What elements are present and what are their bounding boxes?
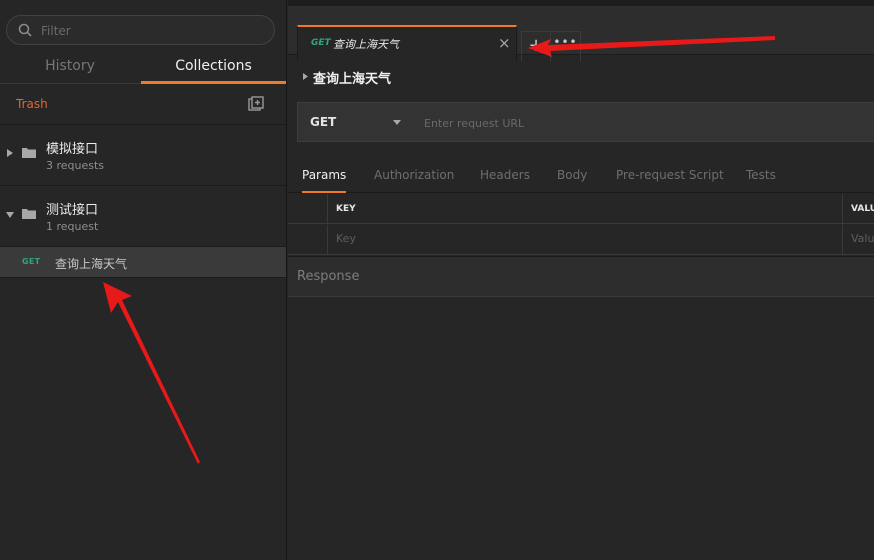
- params-value-header: VALU: [844, 194, 874, 224]
- collection-item[interactable]: 测试接口 1 request: [0, 186, 286, 247]
- method-select[interactable]: GET: [298, 103, 412, 141]
- tab-tests[interactable]: Tests: [746, 153, 776, 193]
- close-tab-icon[interactable]: ×: [498, 34, 511, 52]
- request-item[interactable]: GET 查询上海天气: [0, 247, 286, 278]
- tab-authorization[interactable]: Authorization: [374, 153, 454, 193]
- chevron-down-icon: [393, 120, 401, 125]
- params-key-header: KEY: [329, 194, 843, 224]
- params-check-header: [288, 194, 328, 224]
- main-panel: GET 查询上海天气 × + ••• 查询上海天气 GET Params Aut…: [288, 0, 874, 560]
- caret-right-icon[interactable]: [303, 73, 308, 80]
- param-key-input[interactable]: [336, 232, 798, 245]
- collection-count: 3 requests: [46, 159, 105, 172]
- tab-headers[interactable]: Headers: [480, 153, 530, 193]
- request-method-badge: GET: [22, 257, 41, 266]
- caret-down-icon[interactable]: [6, 212, 14, 218]
- sidebar: History Collections Trash 模拟接口 3 request…: [0, 0, 287, 560]
- url-bar: GET: [297, 102, 874, 142]
- key-header-label: KEY: [336, 204, 356, 214]
- tab-pre-request-script[interactable]: Pre-request Script: [616, 153, 724, 193]
- new-collection-icon[interactable]: [248, 96, 265, 113]
- search-icon: [18, 23, 32, 37]
- sidebar-tabs: History Collections: [0, 49, 286, 84]
- collection-name: 模拟接口: [46, 142, 99, 157]
- response-label: Response: [297, 269, 360, 284]
- collection-name: 测试接口: [46, 203, 99, 218]
- param-value-input[interactable]: [851, 232, 874, 245]
- value-header-label: VALU: [851, 204, 874, 214]
- url-input[interactable]: [424, 114, 864, 132]
- filter-box: [6, 15, 275, 45]
- trash-link[interactable]: Trash: [16, 97, 48, 111]
- folder-icon: [22, 209, 36, 219]
- request-name: 查询上海天气: [55, 257, 128, 271]
- response-panel: Response: [288, 256, 874, 297]
- tab-params[interactable]: Params: [302, 153, 347, 193]
- method-value: GET: [310, 115, 337, 129]
- params-value-cell: [844, 225, 874, 255]
- params-table: KEY VALU: [288, 194, 874, 255]
- params-row-checkbox[interactable]: [288, 225, 328, 255]
- request-tabs: Params Authorization Headers Body Pre-re…: [288, 153, 874, 193]
- caret-right-icon[interactable]: [7, 149, 13, 157]
- tab-body[interactable]: Body: [557, 153, 587, 193]
- tab-history[interactable]: History: [0, 49, 140, 84]
- table-row: [288, 225, 874, 255]
- params-key-cell: [329, 225, 843, 255]
- tab-bar: GET 查询上海天气 × + •••: [288, 0, 874, 61]
- collection-count: 1 request: [46, 220, 99, 233]
- collection-item[interactable]: 模拟接口 3 requests: [0, 125, 286, 186]
- tab-collections[interactable]: Collections: [141, 49, 286, 84]
- trash-row: Trash: [0, 85, 286, 125]
- tab-method-badge: GET: [311, 38, 331, 48]
- params-header-row: KEY VALU: [288, 194, 874, 224]
- filter-input[interactable]: [41, 22, 261, 40]
- request-title: 查询上海天气: [313, 72, 392, 87]
- folder-icon: [22, 148, 36, 158]
- request-title-row: 查询上海天气: [288, 56, 874, 98]
- tab-request-name: 查询上海天气: [333, 38, 399, 51]
